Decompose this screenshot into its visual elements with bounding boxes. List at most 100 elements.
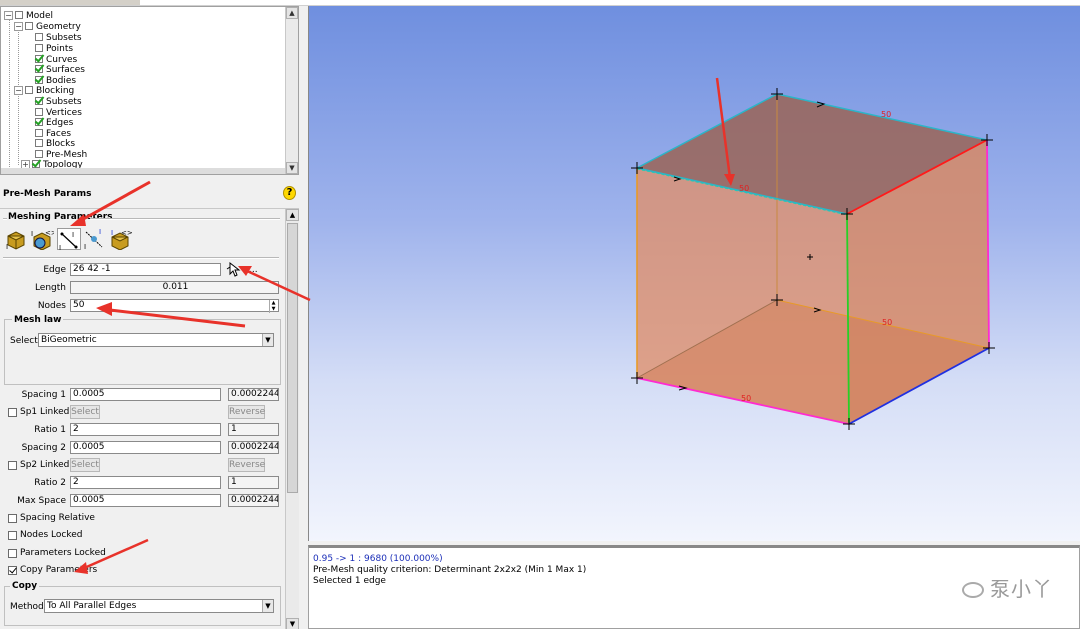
nodes-locked-label: Nodes Locked xyxy=(20,530,83,540)
tree-guide xyxy=(18,27,19,87)
edge-node-count-bottom: 50 xyxy=(741,394,752,403)
tree-item-blocks[interactable]: Blocks xyxy=(35,139,75,150)
nodes-locked-checkbox[interactable] xyxy=(8,531,17,540)
graphics-viewport[interactable]: 50 50 50 50 xyxy=(308,6,1080,541)
tree-horizontal-scrollbar[interactable] xyxy=(1,168,286,174)
tree-item-geometry-subsets[interactable]: Subsets xyxy=(35,33,82,44)
copy-parameters-checkbox[interactable] xyxy=(8,566,17,575)
wechat-icon xyxy=(962,582,984,598)
ratio1-input[interactable]: 2 xyxy=(70,423,221,436)
edge-input[interactable]: 26 42 -1 xyxy=(70,263,221,276)
svg-text:I: I xyxy=(59,244,61,251)
mesh-law-value: BiGeometric xyxy=(41,335,97,345)
meshing-parameters-label: Meshing Parameters xyxy=(8,212,113,222)
scale-sizes-tool-icon[interactable]: <> I xyxy=(108,228,133,251)
checkbox-icon[interactable] xyxy=(25,86,33,94)
checkbox-icon[interactable] xyxy=(35,97,43,105)
svg-text:<>: <> xyxy=(121,229,132,237)
edge-label: Edge xyxy=(43,265,66,275)
sp1-linked-label: Sp1 Linked xyxy=(20,407,70,417)
message-console[interactable]: 0.95 -> 1 : 9680 (100.000%) Pre-Mesh qua… xyxy=(308,545,1080,629)
collapse-icon[interactable]: − xyxy=(14,22,23,31)
collapse-icon[interactable]: − xyxy=(14,86,23,95)
spacing2-input[interactable]: 0.0005 xyxy=(70,441,221,454)
console-line: Pre-Mesh quality criterion: Determinant … xyxy=(313,565,587,575)
tree-scrollbar[interactable]: ▲ ▼ xyxy=(285,7,298,174)
scroll-down-icon[interactable]: ▼ xyxy=(286,162,298,174)
nodes-label: Nodes xyxy=(37,301,66,311)
more-button[interactable]: ... xyxy=(249,265,263,275)
tree-item-blocking-subsets[interactable]: Subsets xyxy=(35,97,82,108)
edge-node-count-right: 50 xyxy=(882,318,893,327)
top-tab xyxy=(0,0,140,5)
checkbox-icon[interactable] xyxy=(35,108,43,116)
checkbox-icon[interactable] xyxy=(15,11,23,19)
svg-text:I: I xyxy=(72,231,74,239)
copy-method-value: To All Parallel Edges xyxy=(47,601,137,611)
mesh-law-select[interactable]: BiGeometric ▼ xyxy=(38,333,274,347)
tree-item-label: Pre-Mesh xyxy=(46,150,88,160)
tree-item-label: Vertices xyxy=(46,108,82,118)
sp2-select-button[interactable]: Select xyxy=(70,458,100,472)
help-icon[interactable]: ? xyxy=(283,186,296,200)
sp1-reverse-button[interactable]: Reverse xyxy=(228,405,265,419)
sp1-linked-checkbox[interactable] xyxy=(8,408,17,417)
ratio1-actual: 1 xyxy=(228,423,279,436)
method-label: Method xyxy=(10,602,44,612)
chevron-down-icon[interactable]: ▼ xyxy=(262,334,273,346)
svg-text:I: I xyxy=(111,229,113,237)
tree-item-label: Subsets xyxy=(46,97,82,107)
panel-splitter[interactable] xyxy=(299,6,308,629)
chevron-down-icon[interactable]: ▼ xyxy=(262,600,273,612)
spacing2-actual: 0.00022449 xyxy=(228,441,279,454)
tree-item-edges[interactable]: Edges xyxy=(35,118,73,129)
ratio2-input[interactable]: 2 xyxy=(70,476,221,489)
tree-item-blocking[interactable]: − Blocking xyxy=(14,86,74,97)
model-tree[interactable]: − Model − Geometry Subsets Points Curves S… xyxy=(0,6,299,175)
spacing1-input[interactable]: 0.0005 xyxy=(70,388,221,401)
mesh-blocks-tool-icon[interactable]: I xyxy=(5,228,27,251)
checkbox-icon[interactable] xyxy=(35,33,43,41)
match-edges-tool-icon[interactable]: II xyxy=(83,228,105,251)
parameters-locked-checkbox[interactable] xyxy=(8,549,17,558)
tree-guide xyxy=(18,91,19,165)
tree-item-label: Blocking xyxy=(36,86,75,96)
parameters-locked-label: Parameters Locked xyxy=(20,548,106,558)
edge-node-count-top: 50 xyxy=(881,110,892,119)
group-divider xyxy=(90,218,280,220)
checkbox-icon[interactable] xyxy=(35,76,43,84)
checkbox-icon[interactable] xyxy=(35,55,43,63)
length-label: Length xyxy=(34,283,66,293)
mesh-law-label: Mesh law xyxy=(12,315,64,325)
spin-down-icon[interactable]: ▼ xyxy=(270,306,277,312)
tree-item-geometry[interactable]: − Geometry xyxy=(14,22,81,33)
scroll-up-icon[interactable]: ▲ xyxy=(286,209,299,221)
max-space-input[interactable]: 0.0005 xyxy=(70,494,221,507)
copy-method-select[interactable]: To All Parallel Edges ▼ xyxy=(44,599,274,613)
checkbox-icon[interactable] xyxy=(35,118,43,126)
scroll-down-icon[interactable]: ▼ xyxy=(286,618,299,629)
tree-item-label: Subsets xyxy=(46,33,82,43)
checkbox-icon[interactable] xyxy=(35,65,43,73)
checkbox-icon[interactable] xyxy=(25,22,33,30)
scroll-thumb[interactable] xyxy=(287,223,298,493)
mesh-faces-tool-icon[interactable]: I <> xyxy=(30,228,57,251)
watermark-text: 泵小丫 xyxy=(990,577,1053,601)
checkbox-icon[interactable] xyxy=(35,139,43,147)
select-edge-cursor-icon[interactable] xyxy=(226,261,242,277)
checkbox-icon[interactable] xyxy=(35,44,43,52)
params-scrollbar[interactable]: ▲ ▼ xyxy=(285,209,299,629)
sp1-select-button[interactable]: Select xyxy=(70,405,100,419)
checkbox-icon[interactable] xyxy=(32,160,40,168)
spacing1-label: Spacing 1 xyxy=(21,390,66,400)
scroll-up-icon[interactable]: ▲ xyxy=(286,7,298,19)
edge-params-tool-icon[interactable]: II xyxy=(57,228,81,252)
tree-item-model[interactable]: − Model xyxy=(4,11,53,22)
checkbox-icon[interactable] xyxy=(35,129,43,137)
sp2-reverse-button[interactable]: Reverse xyxy=(228,458,265,472)
nodes-input[interactable]: 50 xyxy=(70,299,279,312)
spacing-relative-checkbox[interactable] xyxy=(8,514,17,523)
collapse-icon[interactable]: − xyxy=(4,11,13,20)
nodes-spinner[interactable]: ▲ ▼ xyxy=(269,300,277,313)
sp2-linked-checkbox[interactable] xyxy=(8,461,17,470)
